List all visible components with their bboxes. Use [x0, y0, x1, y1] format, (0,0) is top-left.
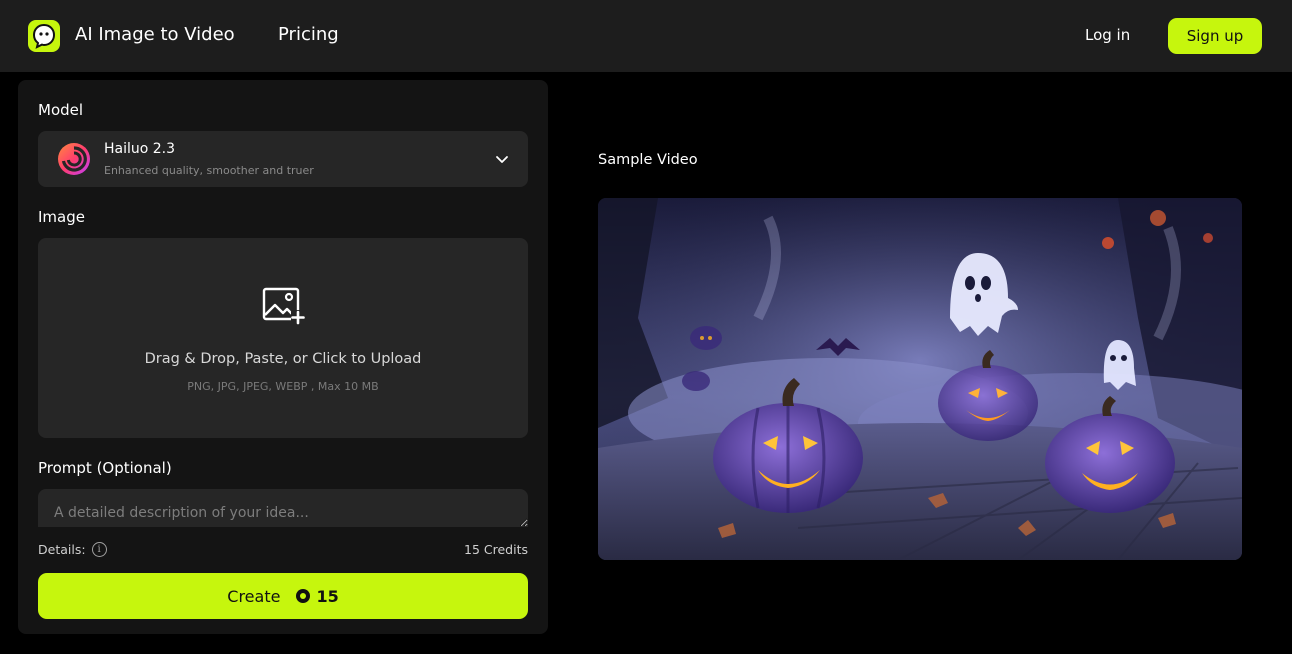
create-cost: 15	[316, 586, 339, 606]
sample-video-title: Sample Video	[598, 152, 698, 168]
image-add-icon	[262, 287, 305, 325]
create-label: Create	[227, 586, 281, 606]
generator-panel: Model Hailuo 2.3 Enhanced quality, smoot…	[18, 80, 548, 634]
signup-button[interactable]: Sign up	[1168, 18, 1262, 54]
halloween-scene-thumbnail	[598, 198, 1242, 560]
nav-pricing-link[interactable]: Pricing	[278, 24, 339, 45]
sample-video-player[interactable]	[598, 198, 1242, 560]
model-select[interactable]: Hailuo 2.3 Enhanced quality, smoother an…	[38, 131, 528, 187]
upload-title: Drag & Drop, Paste, or Click to Upload	[144, 351, 422, 367]
prompt-label: Prompt (Optional)	[38, 459, 172, 477]
image-label: Image	[38, 208, 85, 226]
model-label: Model	[38, 101, 84, 119]
model-name: Hailuo 2.3	[104, 141, 176, 157]
info-icon[interactable]: i	[91, 542, 107, 557]
prompt-input[interactable]	[38, 489, 528, 527]
model-description: Enhanced quality, smoother and truer	[104, 164, 314, 177]
hailuo-model-icon	[58, 143, 90, 175]
credits-text: 15 Credits	[464, 542, 528, 557]
credit-coin-icon	[296, 589, 311, 603]
create-button[interactable]: Create 15	[38, 573, 528, 619]
top-header: AI Image to Video Pricing Log in Sign up	[0, 0, 1292, 72]
image-upload-dropzone[interactable]: Drag & Drop, Paste, or Click to Upload P…	[38, 238, 528, 438]
chevron-down-icon[interactable]	[494, 151, 510, 167]
upload-hint: PNG, JPG, JPEG, WEBP , Max 10 MB	[187, 380, 379, 393]
app-logo-icon[interactable]	[28, 20, 60, 52]
brand-link[interactable]: AI Image to Video	[75, 24, 235, 45]
details-row: Details: i	[38, 542, 107, 557]
login-link[interactable]: Log in	[1085, 26, 1130, 44]
details-label: Details:	[38, 542, 86, 557]
